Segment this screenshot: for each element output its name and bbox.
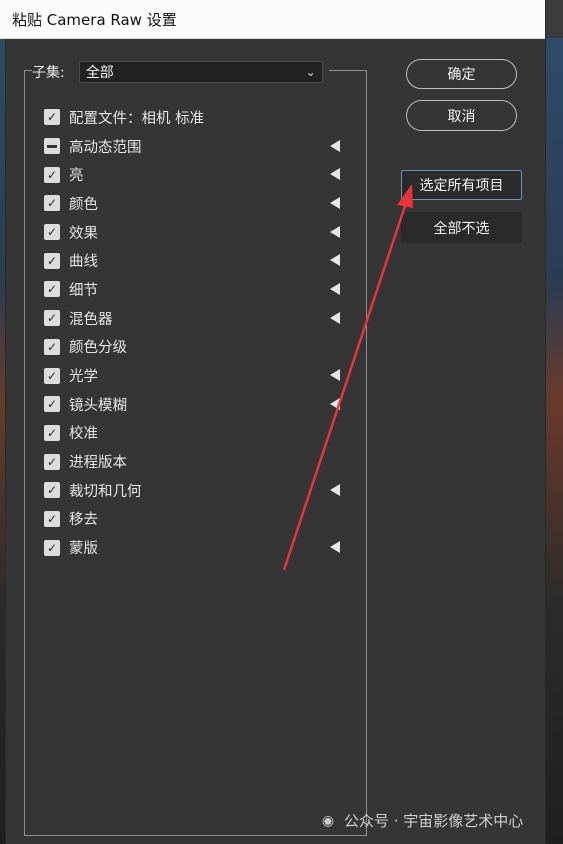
wechat-icon: ◉ xyxy=(321,812,335,829)
arrow-head xyxy=(397,184,413,208)
annotation-arrow xyxy=(282,184,413,571)
watermark-text: 公众号 · 宇宙影像艺术中心 xyxy=(344,812,524,830)
arrow-line xyxy=(282,196,410,571)
watermark: ◉ 公众号 · 宇宙影像艺术中心 xyxy=(318,810,523,831)
